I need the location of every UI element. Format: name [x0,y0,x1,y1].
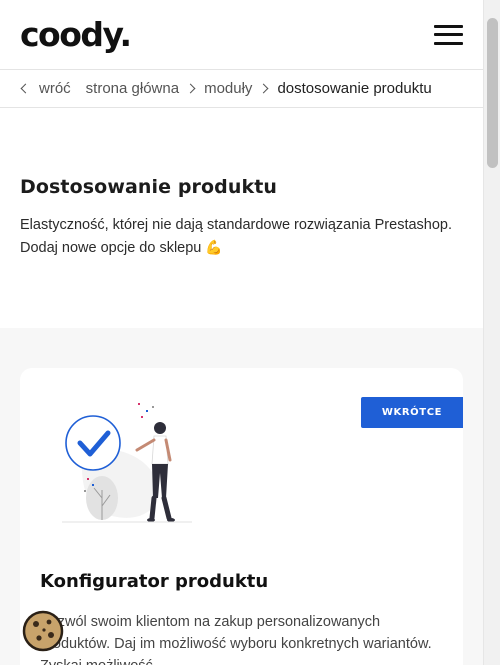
module-title[interactable]: Konfigurator produktu [40,571,268,592]
hero-section: Dostosowanie produktu Elastyczność, któr… [0,108,483,328]
product-configurator-illustration [62,403,192,523]
flexed-biceps-emoji: 💪 [205,239,223,255]
breadcrumb-back-link[interactable]: wróć [39,80,71,97]
hero-description: Elastyczność, której nie dają standardow… [20,217,453,256]
coming-soon-badge[interactable]: WKRÓTCE [361,397,463,428]
chevron-right-icon [258,83,269,94]
check-circle-icon [65,415,121,471]
logo[interactable]: coody. [20,15,132,54]
cookie-icon[interactable] [22,610,64,652]
breadcrumb: wróć strona główna moduły dostosowanie p… [0,70,483,108]
chevron-right-icon [185,83,196,94]
module-description: Pozwól swoim klientom na zakup personali… [40,614,432,665]
page: coody. wróć strona główna moduły dostoso… [0,0,483,665]
hamburger-menu-icon[interactable] [434,24,463,45]
breadcrumb-home-link[interactable]: strona główna [86,80,179,97]
site-header: coody. [0,0,483,70]
module-card[interactable]: WKRÓTCE Konfigurator produktu Pozwól swo… [20,368,463,665]
page-title: Dostosowanie produktu [20,176,278,198]
breadcrumb-modules-link[interactable]: moduły [204,80,252,97]
chevron-left-icon [20,83,31,94]
modules-section: WKRÓTCE Konfigurator produktu Pozwól swo… [0,328,483,665]
scrollbar[interactable] [483,0,500,665]
breadcrumb-current: dostosowanie produktu [277,80,432,97]
scrollbar-thumb[interactable] [487,18,498,168]
